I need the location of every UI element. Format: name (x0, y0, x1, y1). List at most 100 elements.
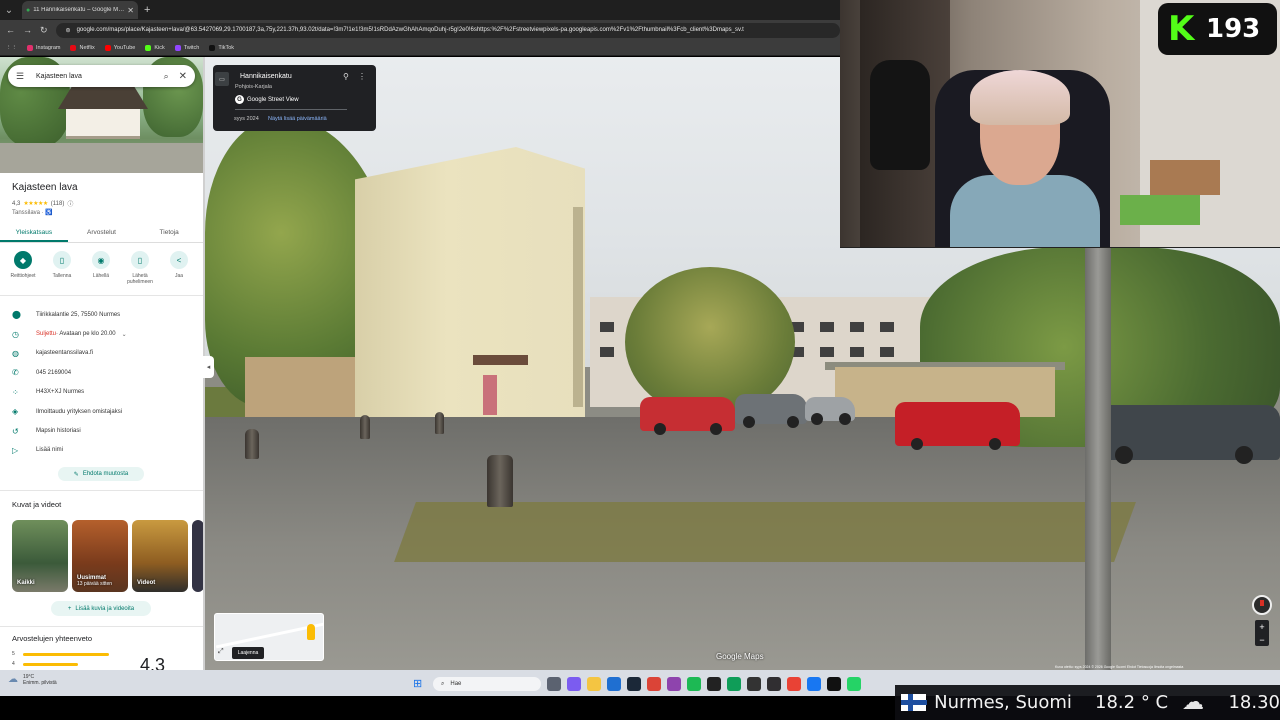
instagram-icon (27, 44, 33, 51)
history-row[interactable]: ↺ Mapsin historiasi (12, 421, 197, 440)
save-button[interactable]: ▯ Tallenna (45, 251, 79, 285)
steam-icon[interactable] (627, 677, 641, 691)
bollard (245, 429, 259, 459)
bookmark-tiktok[interactable]: TikTok (209, 44, 234, 51)
grey-car (735, 394, 807, 428)
zoom-out-icon[interactable]: − (1259, 635, 1264, 645)
photo-latest[interactable]: Uusimmat 13 päivää sitten (72, 520, 128, 592)
chevron-down-icon[interactable]: ⌄ (122, 331, 127, 338)
chrome-icon[interactable] (647, 677, 661, 691)
reload-icon[interactable]: ↻ (40, 25, 48, 36)
tab-list-icon[interactable]: ⌄ (0, 1, 18, 19)
bookmark-instagram[interactable]: Instagram (27, 44, 60, 51)
site-info-icon[interactable]: ⊜ (66, 27, 71, 34)
whatsapp-icon[interactable] (847, 677, 861, 691)
menu-icon[interactable]: ☰ (16, 71, 36, 82)
tab-reviews[interactable]: Arvostelut (68, 225, 136, 242)
compass-icon[interactable] (1252, 595, 1272, 615)
globe-icon: ◍ (12, 348, 19, 358)
plus-code-row[interactable]: ⁘ H43X+XJ Nurmes (12, 383, 197, 402)
messenger-icon[interactable] (807, 677, 821, 691)
copilot-icon[interactable] (567, 677, 581, 691)
search-input[interactable]: Kajasteen lava (36, 73, 164, 80)
minimap[interactable] (214, 613, 324, 661)
phone-row[interactable]: ✆ 045 2169004 (12, 363, 197, 382)
netflix-icon (70, 44, 77, 51)
new-tab-icon[interactable]: + (144, 4, 150, 16)
phone-icon: ▯ (131, 251, 149, 269)
browser-tab[interactable]: ● 11 Hannikaisenkatu – Google Maps ✕ (22, 1, 138, 19)
review-count[interactable]: (118) (51, 201, 65, 207)
tab-about[interactable]: Tietoja (135, 225, 203, 242)
zoom-in-icon[interactable]: + (1259, 622, 1264, 632)
apps-icon[interactable]: ⋮⋮ (6, 45, 17, 51)
more-dates-link[interactable]: Näytä lisää päivämääriä (268, 116, 327, 122)
lamp-post (1085, 247, 1111, 670)
claim-business-row[interactable]: ◈ Ilmoittaudu yrityksen omistajaksi (12, 402, 197, 421)
location-pin-icon[interactable]: ⚲ (343, 72, 349, 81)
browser-icon[interactable] (787, 677, 801, 691)
building-extension (245, 357, 365, 417)
mail-icon[interactable] (607, 677, 621, 691)
send-to-phone-button[interactable]: ▯ Lähetä puhelimeen (123, 251, 157, 285)
share-button[interactable]: < Jaa (162, 251, 196, 285)
obs-icon[interactable] (767, 677, 781, 691)
info-list: ⬤ Tiirikkalantie 25, 75500 Nurmes ◷ Suljet… (12, 305, 197, 460)
photo-all[interactable]: Kaikki (12, 520, 68, 592)
address-row[interactable]: ⬤ Tiirikkalantie 25, 75500 Nurmes (12, 305, 197, 324)
back-icon[interactable]: ← (6, 25, 15, 35)
place-title: Kajasteen lava (12, 182, 78, 193)
zoom-control: + − (1255, 620, 1269, 646)
website-link[interactable]: kajasteentanssilava.fi (36, 350, 93, 356)
add-label-row[interactable]: ▷ Lisää nimi (12, 441, 197, 460)
action-label: Reittiohjeet (10, 273, 36, 279)
task-view-icon[interactable] (547, 677, 561, 691)
entrance-door (483, 375, 497, 415)
hours-row[interactable]: ◷ Suljettu · Avataan pe klo 20.00 ⌄ (12, 324, 197, 343)
back-to-map-icon[interactable]: ▭ (215, 72, 229, 86)
more-options-icon[interactable]: ⋮ (358, 72, 366, 81)
capcut-icon[interactable] (827, 677, 841, 691)
expand-map-button[interactable]: Laajenna (232, 647, 264, 659)
rating-row: 4,3 ★★★★★ (118) ⓘ (12, 199, 73, 209)
forward-icon[interactable]: → (23, 25, 32, 35)
street-view-provider: G Google Street View (235, 95, 299, 104)
directions-button[interactable]: ◆ Reittiohjeet (6, 251, 40, 285)
bookmark-youtube[interactable]: YouTube (104, 44, 135, 51)
pegman-icon[interactable] (307, 624, 315, 640)
bookmark-kick[interactable]: Kick (145, 44, 165, 51)
url-field[interactable]: ⊜ google.com/maps/place/Kajasteen+lava/@… (55, 22, 840, 38)
website-row[interactable]: ◍ kajasteentanssilava.fi (12, 344, 197, 363)
bookmark-netflix[interactable]: Netflix (70, 44, 95, 51)
divider (235, 109, 347, 110)
place-category[interactable]: Tanssilava · (12, 210, 44, 216)
expand-icon[interactable]: ⤢ (218, 648, 224, 656)
spotify-icon[interactable] (687, 677, 701, 691)
search-box[interactable]: ☰ Kajasteen lava ⌕ ✕ (8, 65, 195, 87)
vpn-icon[interactable] (667, 677, 681, 691)
tab-overview[interactable]: Yleiskatsaus (0, 225, 68, 242)
add-photos-button[interactable]: + Lisää kuvia ja videoita (51, 601, 151, 616)
close-icon[interactable]: ✕ (179, 71, 187, 82)
suggest-edit-button[interactable]: ✎ Ehdota muutosta (58, 467, 144, 481)
media-icon[interactable] (707, 677, 721, 691)
tab-close-icon[interactable]: ✕ (127, 6, 134, 15)
tool-icon[interactable] (747, 677, 761, 691)
file-explorer-icon[interactable] (587, 677, 601, 691)
collapse-panel-icon[interactable]: ◂ (203, 356, 214, 378)
nearby-button[interactable]: ◉ Lähellä (84, 251, 118, 285)
bookmark-twitch[interactable]: Twitch (174, 44, 199, 51)
dark-car (1085, 405, 1280, 464)
search-icon[interactable]: ⌕ (164, 71, 169, 82)
taskbar-weather[interactable]: ☁ 19°C Enimm. pilvistä (8, 674, 57, 686)
photo-videos[interactable]: Videot (132, 520, 188, 592)
info-icon[interactable]: ⓘ (67, 199, 73, 208)
windows-start-icon[interactable]: ⊞ (413, 677, 422, 690)
history-icon: ↺ (12, 426, 19, 436)
verified-icon: ◈ (12, 407, 19, 417)
taskbar-search[interactable]: ⌕ Hae (433, 677, 541, 691)
phone-icon: ✆ (12, 368, 19, 378)
app-icon[interactable] (727, 677, 741, 691)
tab-title: 11 Hannikaisenkatu – Google Maps (33, 7, 128, 13)
photo-more[interactable] (192, 520, 203, 592)
